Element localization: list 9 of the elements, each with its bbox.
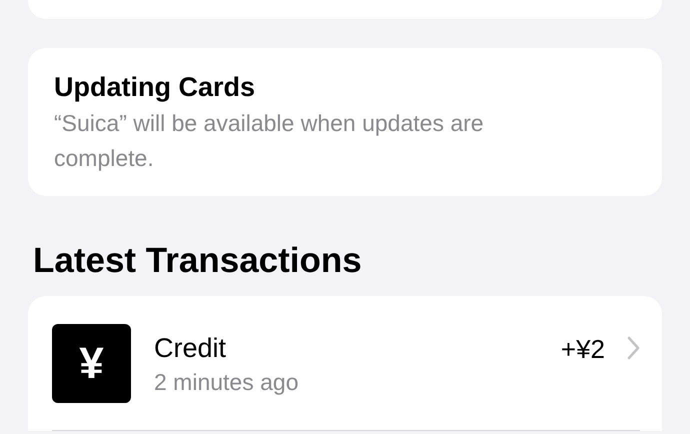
transaction-time: 2 minutes ago — [154, 368, 300, 396]
chevron-icon — [627, 336, 640, 360]
section-title: Latest Transactions — [33, 240, 363, 282]
transaction-icon: ¥ — [52, 324, 131, 403]
transaction-row[interactable]: ¥ Credit 2 minutes ago +¥2 — [52, 324, 640, 431]
transaction-amount: +¥2 — [560, 333, 605, 366]
notice-title: Updating Cards — [54, 71, 256, 104]
notice-message: “Suica” will be available when updates are complete. — [54, 109, 485, 173]
transaction-title: Credit — [154, 332, 228, 364]
